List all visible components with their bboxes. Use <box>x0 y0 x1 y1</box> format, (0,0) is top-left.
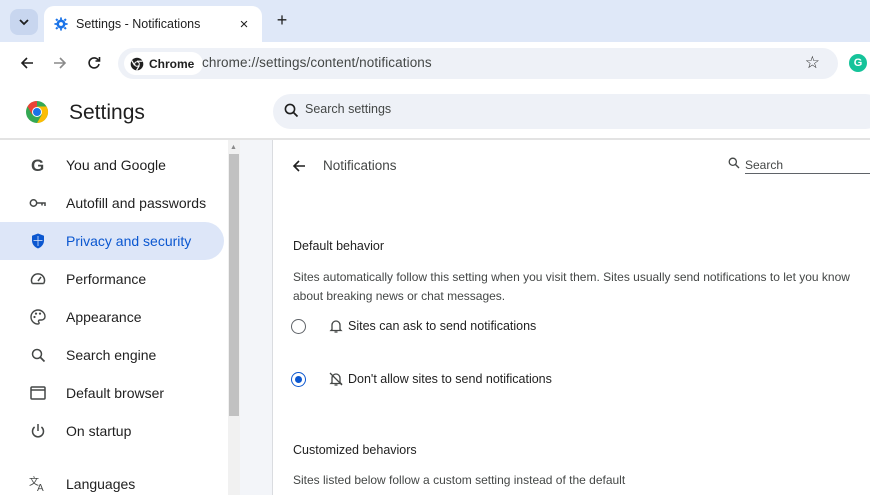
radio-button-selected[interactable] <box>291 372 306 387</box>
radio-option-block[interactable]: Don't allow sites to send notifications <box>291 370 851 392</box>
sidebar-scrollbar[interactable]: ▲ <box>228 140 240 495</box>
search-icon <box>28 345 48 365</box>
arrow-right-icon <box>54 57 67 69</box>
tab-settings-notifications[interactable]: Settings - Notifications × <box>44 6 262 42</box>
settings-header: Settings <box>0 84 870 138</box>
url-text[interactable]: chrome://settings/content/notifications <box>202 55 432 70</box>
tab-strip: Settings - Notifications × + <box>0 0 870 42</box>
sidebar-item-performance[interactable]: Performance <box>0 260 224 298</box>
sidebar-scrollbar-thumb[interactable] <box>229 154 239 416</box>
sidebar-item-label: Privacy and security <box>66 233 192 249</box>
customized-behaviors-description: Sites listed below follow a custom setti… <box>293 473 626 487</box>
sidebar-item-on-startup[interactable]: On startup <box>0 412 224 450</box>
page-title: Notifications <box>323 158 397 173</box>
search-icon <box>284 103 299 118</box>
sidebar-item-label: Performance <box>66 271 147 287</box>
notifications-search-input[interactable] <box>745 156 870 174</box>
sidebar-item-label: Search engine <box>66 347 157 363</box>
radio-option-allow-ask[interactable]: Sites can ask to send notifications <box>291 317 851 339</box>
notifications-card: Notifications Default behavior Sites aut… <box>272 140 870 495</box>
sidebar-item-label: Appearance <box>66 309 142 325</box>
site-chip-label: Chrome <box>149 56 195 71</box>
sidebar-item-privacy[interactable]: Privacy and security <box>0 222 224 260</box>
grammarly-extension-icon[interactable]: G <box>849 54 867 72</box>
site-info-chip[interactable]: Chrome <box>124 52 204 75</box>
bell-off-icon <box>329 372 343 386</box>
google-g-icon: G <box>28 155 48 175</box>
translate-icon: 文A <box>28 474 48 494</box>
default-behavior-heading: Default behavior <box>293 239 385 253</box>
browser-window-icon <box>28 383 48 403</box>
palette-icon <box>28 307 48 327</box>
svg-text:G: G <box>31 156 44 174</box>
sidebar-item-label: Autofill and passwords <box>66 195 207 211</box>
gauge-icon <box>28 269 48 289</box>
shield-icon <box>28 231 48 251</box>
back-button[interactable] <box>16 52 38 74</box>
sidebar-item-label: You and Google <box>66 157 166 173</box>
search-icon <box>728 157 740 169</box>
arrow-left-icon <box>20 57 33 69</box>
sidebar-item-you-and-google[interactable]: G You and Google <box>0 146 224 184</box>
sidebar-item-label: Default browser <box>66 385 165 401</box>
radio-label: Don't allow sites to send notifications <box>348 372 552 386</box>
address-bar[interactable]: Chrome chrome://settings/content/notific… <box>118 48 838 79</box>
sidebar-item-label: On startup <box>66 423 132 439</box>
sidebar-item-label: Languages <box>66 476 136 492</box>
tab-search-button[interactable] <box>10 9 38 35</box>
sidebar-item-appearance[interactable]: Appearance <box>0 298 224 336</box>
bell-icon <box>329 320 343 333</box>
settings-search-input[interactable] <box>305 102 705 116</box>
chrome-mono-icon <box>130 57 144 71</box>
reload-button[interactable] <box>83 52 105 74</box>
radio-label: Sites can ask to send notifications <box>348 319 537 333</box>
key-icon <box>28 193 48 213</box>
close-tab-icon[interactable]: × <box>236 16 252 33</box>
default-behavior-description: Sites automatically follow this setting … <box>293 270 850 303</box>
back-to-privacy-button[interactable] <box>289 156 309 176</box>
new-tab-button[interactable]: + <box>271 10 293 32</box>
bookmark-star-icon[interactable]: ☆ <box>805 53 820 73</box>
tab-title: Settings - Notifications <box>76 17 201 31</box>
reload-icon <box>88 57 101 69</box>
customized-behaviors-heading: Customized behaviors <box>293 443 417 457</box>
browser-toolbar: Chrome chrome://settings/content/notific… <box>0 42 870 84</box>
chevron-down-icon <box>19 18 29 25</box>
forward-button[interactable] <box>49 52 71 74</box>
chrome-logo-icon <box>26 101 49 123</box>
sidebar-item-search-engine[interactable]: Search engine <box>0 336 224 374</box>
sidebar-item-languages[interactable]: 文A Languages <box>0 465 224 495</box>
notifications-search[interactable] <box>726 154 870 176</box>
svg-text:A: A <box>37 483 44 492</box>
sidebar-item-default-browser[interactable]: Default browser <box>0 374 224 412</box>
settings-sidebar: G You and Google Autofill and passwords … <box>0 140 226 495</box>
settings-title: Settings <box>69 101 145 124</box>
scroll-up-arrow-icon[interactable]: ▲ <box>230 144 237 151</box>
power-icon <box>28 421 48 441</box>
sidebar-item-autofill[interactable]: Autofill and passwords <box>0 184 224 222</box>
arrow-left-icon <box>292 160 305 172</box>
settings-gear-icon <box>54 17 68 31</box>
radio-button[interactable] <box>291 319 306 334</box>
settings-search-bar[interactable] <box>273 94 870 129</box>
